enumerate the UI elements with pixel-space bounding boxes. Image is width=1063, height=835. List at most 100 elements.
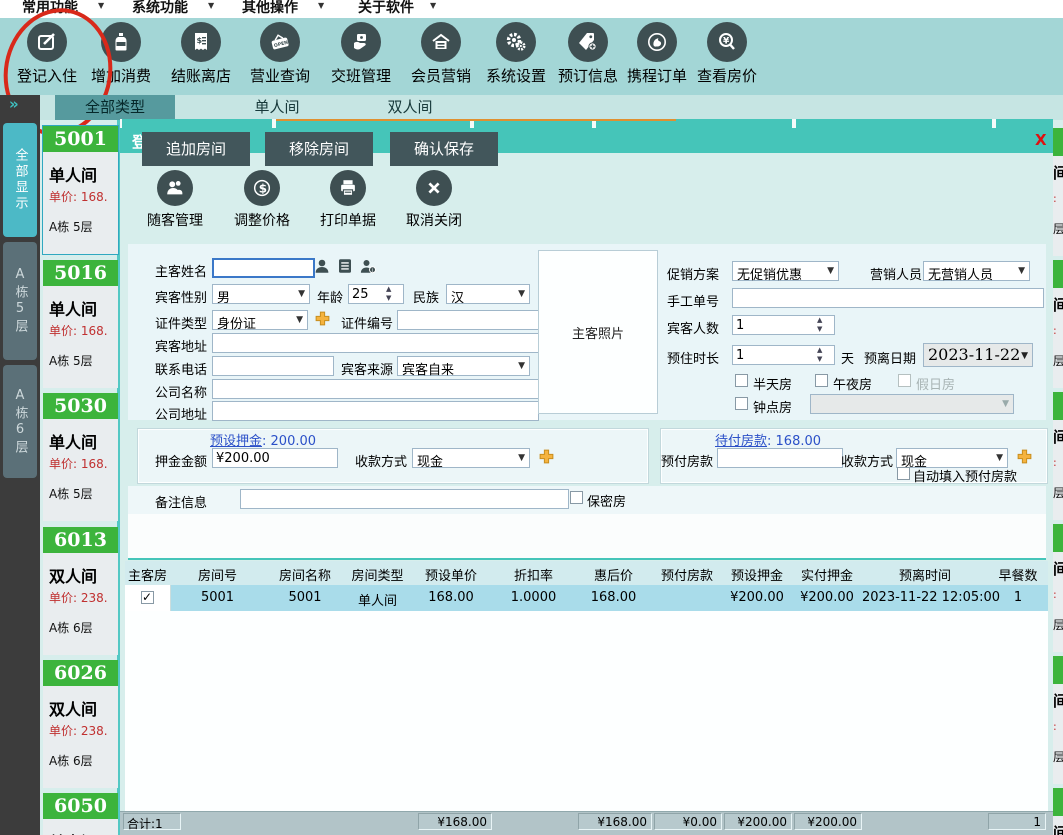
toolbar-item-settings[interactable]: 系统设置 <box>478 22 554 86</box>
clipped-text: : <box>1053 720 1057 733</box>
spinner-up-icon[interactable]: ▲ <box>817 317 1050 324</box>
confirm-save-button[interactable]: 确认保存 <box>390 132 498 166</box>
clipped-card-header <box>1053 260 1063 288</box>
journal-icon[interactable] <box>336 257 354 275</box>
action-adjust-price[interactable]: $ 调整价格 <box>222 170 302 230</box>
room-type: 单人间 <box>49 829 97 835</box>
col-header-depart-time[interactable]: 预离时间 <box>862 565 988 584</box>
col-header-preset-price[interactable]: 预设单价 <box>410 565 492 584</box>
preset-deposit-link[interactable]: 预设押金 <box>210 434 262 449</box>
address-input[interactable] <box>212 333 539 353</box>
midnight-label: 午夜房 <box>833 374 872 393</box>
action-cancel-close[interactable]: 取消关闭 <box>394 170 474 230</box>
col-header-breakfast[interactable]: 早餐数 <box>988 565 1048 584</box>
spinner-down-icon[interactable]: ▼ <box>817 326 1050 333</box>
room-card-5016[interactable]: 5016 单人间 单价: 168. A栋 5层 <box>43 260 118 388</box>
menu-item-system[interactable]: 系统功能 <box>132 0 188 17</box>
id-type-dropdown[interactable]: 身份证▼ <box>212 310 308 330</box>
due-amount-link[interactable]: 待付房款 <box>715 434 767 449</box>
remark-input[interactable] <box>240 489 569 509</box>
promo-dropdown[interactable]: 无促销优惠▼ <box>732 261 839 281</box>
source-dropdown[interactable]: 宾客自来▼ <box>397 356 530 376</box>
toolbar-item-ctrip-orders[interactable]: 携程订单 <box>619 22 695 86</box>
person-info-icon[interactable]: i <box>359 257 377 275</box>
room-price: 单价: 168. <box>49 322 108 339</box>
toolbar-item-checkin[interactable]: 登记入住 <box>9 22 85 86</box>
half-day-checkbox[interactable] <box>735 374 748 387</box>
room-card-6050[interactable]: 6050 单人间 <box>43 793 118 835</box>
tab-all-types[interactable]: 全部类型 <box>55 95 175 120</box>
guest-name-input[interactable] <box>212 258 315 278</box>
floor-tab-a6[interactable]: A栋6层 <box>3 365 37 478</box>
add-payment-method-icon[interactable] <box>1016 448 1033 465</box>
total-preset-deposit: ¥200.00 <box>724 813 792 830</box>
floor-tab-a5[interactable]: A栋5层 <box>3 242 37 360</box>
person-icon[interactable] <box>313 257 331 275</box>
phone-input[interactable] <box>212 356 334 376</box>
gender-dropdown[interactable]: 男▼ <box>212 284 310 304</box>
room-card-6013[interactable]: 6013 双人间 单价: 238. A栋 6层 <box>43 527 118 655</box>
sales-dropdown[interactable]: 无营销人员▼ <box>923 261 1030 281</box>
member-house-icon <box>421 22 461 62</box>
toolbar-item-business-query[interactable]: OPEN 营业查询 <box>242 22 318 86</box>
tab-single-room[interactable]: 单人间 <box>217 95 337 120</box>
open-sign-icon: OPEN <box>260 22 300 62</box>
col-header-after-price[interactable]: 惠后价 <box>575 565 652 584</box>
room-card-5001[interactable]: 5001 单人间 单价: 168. A栋 5层 <box>43 126 118 254</box>
add-id-type-icon[interactable] <box>314 310 331 327</box>
cell-room-no: 5001 <box>170 590 265 605</box>
depart-date-picker[interactable]: 2023-11-22▼ <box>923 343 1033 367</box>
col-header-room-type[interactable]: 房间类型 <box>345 565 410 584</box>
toolbar-item-shift[interactable]: 交班管理 <box>323 22 399 86</box>
col-header-main-room[interactable]: 主客房 <box>125 565 170 584</box>
deposit-amount-input[interactable] <box>212 448 338 468</box>
auto-fill-checkbox[interactable] <box>897 467 910 480</box>
remove-room-button[interactable]: 移除房间 <box>265 132 373 166</box>
room-price: 单价: 238. <box>49 589 108 606</box>
clipped-text: 层 <box>1053 616 1063 633</box>
tab-double-room[interactable]: 双人间 <box>350 95 470 120</box>
add-payment-method-icon[interactable] <box>538 448 555 465</box>
midnight-checkbox[interactable] <box>815 374 828 387</box>
ethnic-dropdown[interactable]: 汉▼ <box>446 284 530 304</box>
room-card-6026[interactable]: 6026 双人间 单价: 238. A栋 6层 <box>43 660 118 788</box>
clipped-room-card: 间:层 <box>1053 128 1063 256</box>
toolbar-item-view-rates[interactable]: ¥ 查看房价 <box>689 22 765 86</box>
company-input[interactable] <box>212 379 539 399</box>
menu-item-common[interactable]: 常用功能 <box>22 0 78 17</box>
table-empty-area[interactable] <box>125 611 1048 811</box>
payment-method-dropdown[interactable]: 现金▼ <box>896 448 1008 468</box>
deposit-method-value: 现金 <box>417 451 443 470</box>
add-room-button[interactable]: 追加房间 <box>142 132 250 166</box>
action-print-receipt[interactable]: 打印单据 <box>308 170 388 230</box>
room-card-5030[interactable]: 5030 单人间 单价: 168. A栋 5层 <box>43 393 118 521</box>
toolbar-item-add-consume[interactable]: 增加消费 <box>83 22 159 86</box>
col-header-preset-deposit[interactable]: 预设押金 <box>722 565 792 584</box>
col-header-room-no[interactable]: 房间号 <box>170 565 265 584</box>
secret-room-checkbox[interactable] <box>570 491 583 504</box>
prepay-input[interactable] <box>717 448 843 468</box>
col-header-discount[interactable]: 折扣率 <box>492 565 575 584</box>
deposit-method-dropdown[interactable]: 现金▼ <box>412 448 530 468</box>
menu-item-about[interactable]: 关于软件 <box>358 0 414 17</box>
toolbar-item-checkout[interactable]: $ 结账离店 <box>163 22 239 86</box>
row-checkbox[interactable] <box>141 591 154 604</box>
guest-photo-box[interactable]: 主客照片 <box>538 250 658 414</box>
close-icon[interactable]: X <box>1035 131 1047 149</box>
manual-no-input[interactable] <box>732 288 1044 308</box>
company-addr-input[interactable] <box>212 401 539 421</box>
hourly-checkbox[interactable] <box>735 397 748 410</box>
collapse-chevrons-icon[interactable]: » <box>9 95 19 113</box>
toolbar-item-member-marketing[interactable]: 会员营销 <box>403 22 479 86</box>
id-no-input[interactable] <box>397 310 539 330</box>
menu-item-other[interactable]: 其他操作 <box>242 0 298 17</box>
clipped-text: : <box>1053 456 1057 469</box>
toolbar-item-booking-info[interactable]: 预订信息 <box>550 22 626 86</box>
floor-tab-all[interactable]: 全部显示 <box>3 123 37 237</box>
clipped-text: 层 <box>1053 484 1063 501</box>
col-header-paid-deposit[interactable]: 实付押金 <box>792 565 862 584</box>
col-header-room-name[interactable]: 房间名称 <box>265 565 345 584</box>
action-accompany-guests[interactable]: 随客管理 <box>135 170 215 230</box>
room-number: 5001 <box>43 126 118 152</box>
col-header-prepay[interactable]: 预付房款 <box>652 565 722 584</box>
